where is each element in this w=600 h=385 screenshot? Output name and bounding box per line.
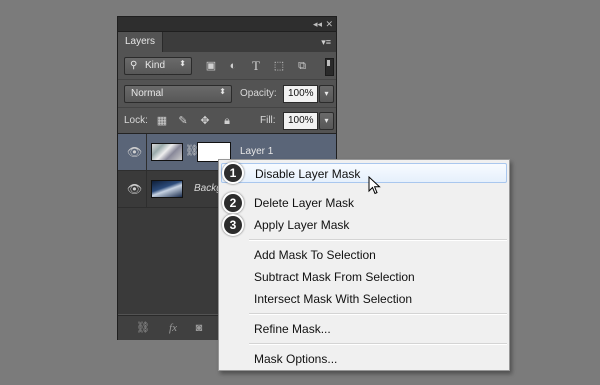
menu-item-label: Disable Layer Mask [255,167,361,181]
menu-item-label: Delete Layer Mask [254,196,355,210]
layer-mask-context-menu: Disable Layer Mask Delete Layer Mask App… [218,159,510,371]
menu-separator [249,313,507,315]
blend-row: Normal ⬍ Opacity: 100% ▾ [118,79,336,108]
filter-toggle[interactable] [325,58,334,76]
updown-icon: ⬍ [219,87,226,96]
menu-item-label: Subtract Mask From Selection [254,270,415,284]
menu-item-label: Intersect Mask With Selection [254,292,413,306]
shape-filter-icon[interactable]: ⬚ [271,58,287,74]
step-badge-2: 2 [222,192,244,214]
fill-dropdown-button[interactable]: ▾ [319,112,334,130]
updown-icon: ⬍ [179,59,186,68]
kind-label: Kind [145,60,166,71]
layer-name[interactable]: Layer 1 [240,146,273,157]
fill-input[interactable]: 100% [283,112,318,130]
panel-menu-icon[interactable]: ▾≡ [321,32,331,52]
step-badge-3: 3 [222,214,244,236]
menu-item-label: Apply Layer Mask [254,218,350,232]
panel-tabrow: Layers ▾≡ [118,32,336,52]
chain-link-icon[interactable]: ⛓ [185,144,199,157]
menu-item-intersect-mask-with-selection[interactable]: Intersect Mask With Selection [221,289,507,309]
lock-image-pixels-icon[interactable]: ✎ [176,113,190,129]
menu-item-disable-layer-mask[interactable]: Disable Layer Mask [221,163,507,183]
smart-object-filter-icon[interactable]: ⧉ [294,58,310,74]
tab-layers[interactable]: Layers [118,32,163,52]
double-chevron-icon[interactable]: ◂◂ [313,17,322,31]
mouse-pointer-icon [368,176,381,195]
opacity-input[interactable]: 100% [283,85,318,103]
menu-item-apply-layer-mask[interactable]: Apply Layer Mask [221,215,507,235]
menu-item-delete-layer-mask[interactable]: Delete Layer Mask [221,193,507,213]
step-badge-1: 1 [222,162,244,184]
menu-item-add-mask-to-selection[interactable]: Add Mask To Selection [221,245,507,265]
type-filter-icon[interactable]: T [248,58,264,74]
lock-position-icon[interactable]: ✥ [198,113,212,129]
menu-item-mask-options[interactable]: Mask Options... [221,349,507,369]
add-layer-style-button[interactable]: fx [164,320,182,336]
menu-item-subtract-mask-from-selection[interactable]: Subtract Mask From Selection [221,267,507,287]
blend-mode-value: Normal [131,88,164,99]
layer-thumbnail[interactable] [151,143,183,161]
menu-item-label: Mask Options... [254,352,338,366]
visibility-eye-icon[interactable]: 👁︎ [127,182,142,196]
add-mask-icon[interactable]: ◙ [192,320,206,336]
kind-filter-select[interactable]: ⚲ Kind ⬍ [124,57,192,75]
filter-row: ⚲ Kind ⬍ ▣ ◐ T ⬚ ⧉ [118,53,336,79]
menu-separator [249,343,507,345]
link-layers-icon[interactable]: ⛓ [136,320,150,336]
visibility-eye-icon[interactable]: 👁︎ [127,145,142,159]
menu-item-label: Add Mask To Selection [254,248,376,262]
lock-row: Lock: ▦ ✎ ✥ 🔒︎ Fill: 100% ▾ [118,107,336,134]
search-icon: ⚲ [130,60,138,71]
lock-label: Lock: [124,115,148,126]
fill-label: Fill: [260,115,276,126]
menu-separator [249,239,507,241]
layer-thumbnail[interactable] [151,180,183,198]
close-icon[interactable]: ✕ [325,17,333,31]
blend-mode-select[interactable]: Normal ⬍ [124,85,232,103]
menu-item-label: Refine Mask... [254,322,331,336]
panel-titlebar: ◂◂ ✕ [118,17,336,32]
lock-all-icon[interactable]: 🔒︎ [220,113,234,129]
image-filter-icon[interactable]: ▣ [203,58,219,74]
opacity-label: Opacity: [240,88,277,99]
lock-transparent-pixels-icon[interactable]: ▦ [155,113,169,129]
opacity-dropdown-button[interactable]: ▾ [319,85,334,103]
menu-item-refine-mask[interactable]: Refine Mask... [221,319,507,339]
adjustment-filter-icon[interactable]: ◐ [225,58,241,74]
